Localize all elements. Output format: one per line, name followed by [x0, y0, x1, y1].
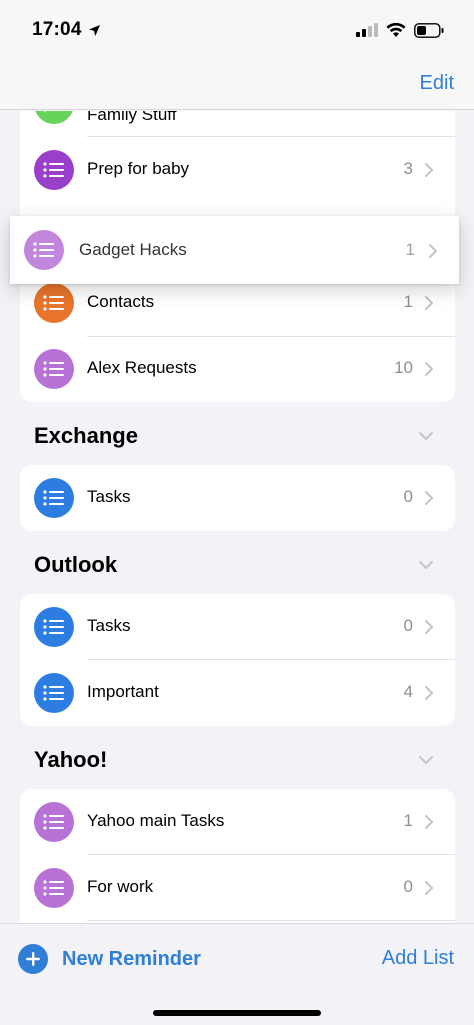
list-item[interactable]: Prep for baby 3 — [20, 137, 455, 203]
section-header-yahoo[interactable]: Yahoo! — [34, 747, 107, 773]
bottom-toolbar: New Reminder Add List — [0, 923, 474, 1025]
list-item-label: Contacts — [87, 292, 155, 311]
list-item-count: 1 — [403, 292, 413, 311]
dragging-list-item[interactable]: Gadget Hacks 1 — [10, 216, 459, 284]
list-icon — [34, 868, 74, 908]
status-time: 17:04 — [32, 19, 101, 41]
location-arrow-icon — [88, 24, 100, 36]
list-item-count: 1 — [403, 811, 413, 830]
list-item[interactable]: For work 0 — [20, 855, 455, 921]
list-icon — [34, 607, 74, 647]
status-time-text: 17:04 — [32, 19, 82, 40]
list-item-count: 0 — [403, 877, 413, 896]
section-header-exchange[interactable]: Exchange — [34, 423, 138, 449]
list-icon — [34, 673, 74, 713]
wifi-icon — [386, 22, 406, 37]
list-icon — [34, 283, 74, 323]
list-item-label: For work — [87, 877, 154, 896]
exchange-card: Tasks 0 — [20, 465, 455, 531]
chevron-right-icon — [425, 491, 433, 505]
add-list-button[interactable]: Add List — [382, 947, 454, 970]
list-item-label: Prep for baby — [87, 159, 190, 178]
new-reminder-label: New Reminder — [62, 947, 201, 970]
outlook-card: Tasks 0 Important 4 — [20, 594, 455, 726]
list-item[interactable]: Tasks 0 — [20, 594, 455, 660]
list-item-count: 0 — [403, 616, 413, 635]
list-item[interactable]: Yahoo main Tasks 1 — [20, 789, 455, 855]
chevron-right-icon — [429, 244, 437, 258]
list-item-count: 10 — [394, 358, 413, 377]
edit-button[interactable]: Edit — [420, 72, 454, 95]
list-icon — [34, 111, 74, 124]
section-header-outlook[interactable]: Outlook — [34, 552, 117, 578]
chevron-right-icon — [425, 362, 433, 376]
chevron-right-icon — [425, 815, 433, 829]
nav-bar: Edit — [0, 60, 474, 110]
list-item-label: Yahoo main Tasks — [87, 811, 225, 830]
chevron-down-icon[interactable] — [418, 755, 434, 765]
list-item-label: Alex Requests — [87, 358, 197, 377]
plus-circle-icon — [18, 944, 48, 974]
list-item-count: 0 — [403, 487, 413, 506]
list-item[interactable]: Alex Requests 10 — [20, 336, 455, 402]
list-item-count: 3 — [403, 159, 413, 178]
status-bar: 17:04 — [0, 0, 474, 60]
chevron-down-icon[interactable] — [418, 431, 434, 441]
list-item-label: Important — [87, 682, 159, 701]
lists-content[interactable]: Family Stuff Prep for baby 3 Contacts 1 … — [0, 111, 474, 923]
new-reminder-button[interactable]: New Reminder — [18, 944, 201, 974]
list-icon — [24, 230, 64, 270]
chevron-right-icon — [425, 881, 433, 895]
chevron-right-icon — [425, 163, 433, 177]
list-item-count: 4 — [403, 682, 413, 701]
chevron-down-icon[interactable] — [418, 560, 434, 570]
list-item-label: Gadget Hacks — [79, 240, 187, 259]
list-icon — [34, 478, 74, 518]
list-item[interactable]: Family Stuff — [20, 111, 455, 137]
list-icon — [34, 150, 74, 190]
divider — [87, 920, 455, 921]
list-item-label: Family Stuff — [87, 111, 177, 124]
chevron-right-icon — [425, 296, 433, 310]
list-icon — [34, 349, 74, 389]
list-item-count: 1 — [405, 240, 415, 259]
list-icon — [34, 802, 74, 842]
list-item[interactable]: Tasks 0 — [20, 465, 455, 531]
battery-icon — [414, 22, 444, 38]
list-item-label: Tasks — [87, 616, 131, 635]
yahoo-card: Yahoo main Tasks 1 For work 0 — [20, 789, 455, 923]
list-item-label: Tasks — [87, 487, 131, 506]
list-item[interactable]: Important 4 — [20, 660, 455, 726]
signal-icon — [356, 23, 378, 37]
chevron-right-icon — [425, 620, 433, 634]
chevron-right-icon — [425, 686, 433, 700]
home-indicator[interactable] — [153, 1010, 321, 1016]
